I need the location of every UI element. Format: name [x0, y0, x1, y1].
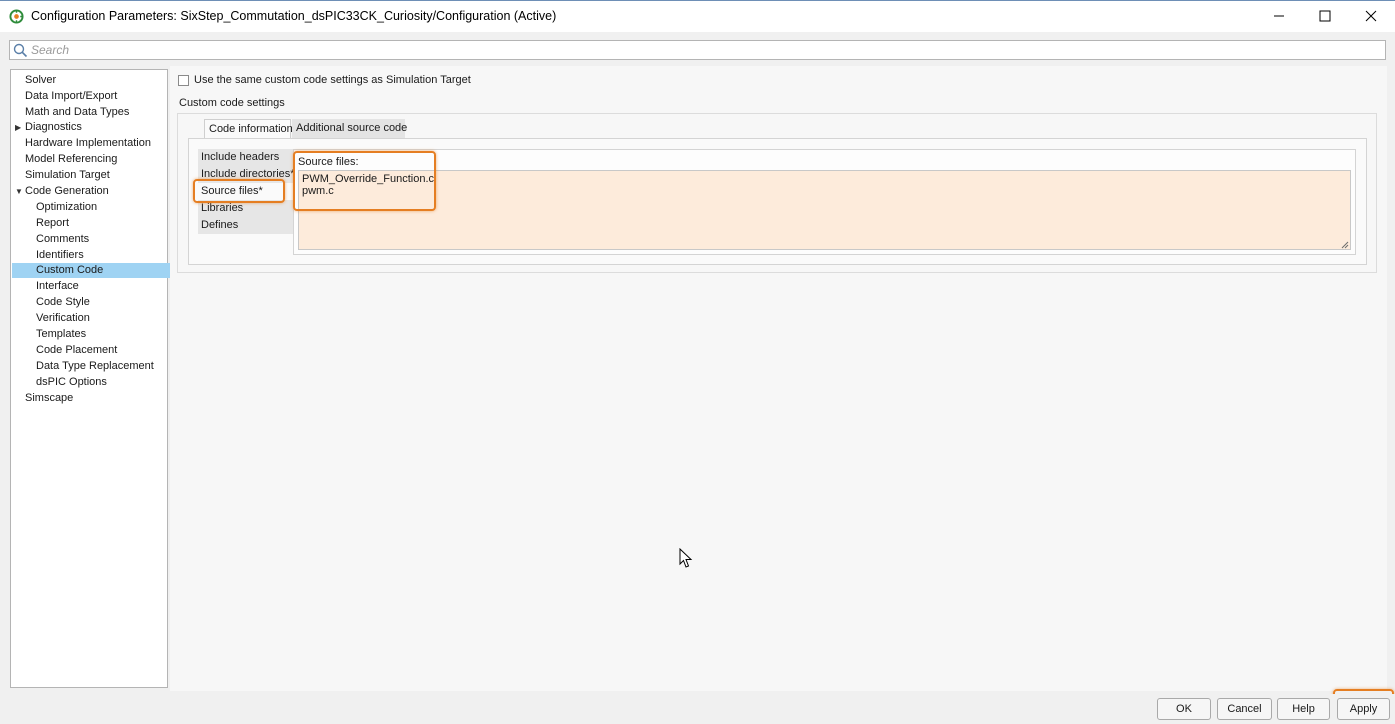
maximize-icon: [1319, 10, 1331, 22]
tree-item-label: Interface: [36, 280, 79, 292]
list-item-include-headers[interactable]: Include headers: [198, 149, 293, 166]
tree-item-label: Report: [36, 217, 70, 229]
tree-item-label: Hardware Implementation: [25, 137, 151, 149]
tree-item-label: Optimization: [36, 201, 98, 213]
tree-item-data-import-export[interactable]: Data Import/Export: [12, 89, 179, 104]
tree-item-label: Simulation Target: [25, 169, 110, 181]
tree-item-label: Custom Code: [36, 264, 104, 276]
tree-item-interface[interactable]: Interface: [12, 279, 190, 294]
minimize-icon: [1274, 15, 1284, 17]
tree-item-label: Data Import/Export: [25, 90, 118, 102]
tree-item-verification[interactable]: Verification: [12, 311, 190, 326]
highlight-source-files-editor: [293, 151, 436, 211]
tree-item-label: Diagnostics: [25, 121, 82, 133]
tree-item-simulation-target[interactable]: Simulation Target: [12, 168, 179, 183]
tree-item-label: Simscape: [25, 392, 74, 404]
tab-additional-source-code[interactable]: Additional source code: [292, 119, 407, 138]
list-item-defines[interactable]: Defines: [198, 217, 293, 234]
tree-item-templates[interactable]: Templates: [12, 327, 190, 342]
tree-item-label: Math and Data Types: [25, 106, 130, 118]
maximize-button[interactable]: [1302, 1, 1348, 32]
apply-button[interactable]: Apply: [1337, 698, 1390, 720]
tree-item-code-style[interactable]: Code Style: [12, 295, 190, 310]
tree-item-comments[interactable]: Comments: [12, 232, 190, 247]
tree-item-report[interactable]: Report: [12, 216, 190, 231]
tree-item-data-type-replacement[interactable]: Data Type Replacement: [12, 359, 190, 374]
tree-item-dspic-options[interactable]: dsPIC Options: [12, 375, 190, 390]
help-button[interactable]: Help: [1277, 698, 1330, 720]
ok-button[interactable]: OK: [1157, 698, 1211, 720]
cancel-button[interactable]: Cancel: [1217, 698, 1272, 720]
tree-item-label: Code Generation: [25, 185, 109, 197]
category-tree[interactable]: Solver Data Import/Export Math and Data …: [10, 69, 190, 688]
title-bar: Configuration Parameters: SixStep_Commut…: [0, 0, 1395, 32]
tree-item-label: Comments: [36, 233, 90, 245]
close-icon: [1365, 10, 1377, 22]
use-same-settings-label[interactable]: Use the same custom code settings as Sim…: [194, 74, 471, 86]
tree-item-solver[interactable]: Solver: [12, 73, 179, 88]
tree-item-label: dsPIC Options: [36, 376, 107, 388]
tree-item-code-generation[interactable]: ▼ Code Generation: [12, 184, 179, 199]
tree-item-identifiers[interactable]: Identifiers: [12, 248, 190, 263]
search-icon: [13, 43, 28, 58]
tree-item-optimization[interactable]: Optimization: [12, 200, 190, 215]
search-input[interactable]: Search: [9, 40, 1386, 60]
highlight-source-files-item: [193, 179, 285, 203]
tree-item-simscape[interactable]: Simscape: [12, 391, 179, 406]
tree-item-label: Verification: [36, 312, 90, 324]
tree-item-label: Code Style: [36, 296, 90, 308]
tab-code-information[interactable]: Code information: [204, 119, 293, 138]
search-placeholder: Search: [31, 43, 70, 57]
tree-item-label: Model Referencing: [25, 153, 118, 165]
tree-item-label: Identifiers: [36, 249, 84, 261]
window-title: Configuration Parameters: SixStep_Commut…: [31, 9, 557, 23]
source-files-textarea[interactable]: [298, 170, 1351, 250]
tree-item-label: Data Type Replacement: [36, 360, 154, 372]
expand-arrow-icon[interactable]: ▶: [15, 120, 21, 135]
tree-item-model-referencing[interactable]: Model Referencing: [12, 152, 179, 167]
minimize-button[interactable]: [1256, 1, 1302, 32]
collapse-arrow-icon[interactable]: ▼: [15, 184, 23, 199]
tree-item-math-and-data-types[interactable]: Math and Data Types: [12, 105, 179, 120]
simulink-app-icon: [9, 9, 24, 24]
mouse-cursor-icon: [679, 548, 693, 568]
tree-item-diagnostics[interactable]: ▶ Diagnostics: [12, 120, 179, 135]
resize-grip-icon[interactable]: [1340, 240, 1349, 249]
custom-code-settings-heading: Custom code settings: [179, 97, 285, 109]
use-same-settings-checkbox[interactable]: [178, 75, 189, 86]
close-button[interactable]: [1348, 1, 1394, 32]
tree-item-code-placement[interactable]: Code Placement: [12, 343, 190, 358]
tree-item-custom-code[interactable]: Custom Code: [12, 263, 190, 278]
tree-item-label: Code Placement: [36, 344, 118, 356]
tree-item-label: Solver: [25, 74, 57, 86]
tree-item-hardware-implementation[interactable]: Hardware Implementation: [12, 136, 179, 151]
tree-item-label: Templates: [36, 328, 87, 340]
